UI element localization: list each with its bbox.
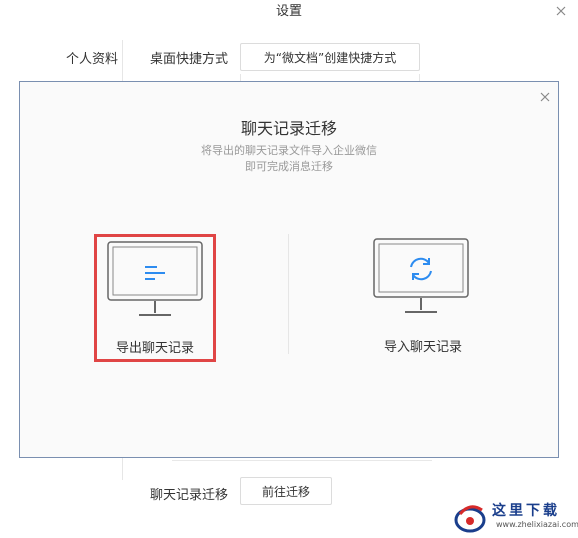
watermark-title: 这里下载 <box>492 503 560 519</box>
sidebar-item-profile[interactable]: 个人资料 <box>38 48 118 67</box>
watermark-url: www.zhelixiazai.com <box>496 520 578 529</box>
create-shortcut-button[interactable]: 为“微文档”创建快捷方式 <box>240 43 420 71</box>
dialog-title: 聊天记录迁移 <box>240 119 337 138</box>
go-migrate-button[interactable]: 前往迁移 <box>240 477 332 505</box>
settings-close-icon[interactable] <box>552 2 570 20</box>
desktop-shortcut-label: 桌面快捷方式 <box>150 52 229 67</box>
import-chat-option[interactable]: 导入聊天记录 <box>360 234 480 362</box>
watermark-logo-icon <box>452 500 488 538</box>
site-watermark: 这里下载 www.zhelixiazai.com <box>450 498 578 538</box>
dialog-description-line1: 将导出的聊天记录文件导入企业微信 <box>201 144 377 157</box>
chat-migration-dialog: 聊天记录迁移 将导出的聊天记录文件导入企业微信 即可完成消息迁移 导出聊天记录 <box>19 81 559 458</box>
dialog-close-icon[interactable] <box>536 88 554 106</box>
settings-window-title: 设置 <box>275 4 302 19</box>
export-chat-label: 导出聊天记录 <box>115 341 194 356</box>
monitor-lines-icon <box>107 241 203 329</box>
import-chat-label: 导入聊天记录 <box>383 340 462 355</box>
chat-migrate-label: 聊天记录迁移 <box>150 488 229 503</box>
section-divider <box>172 460 432 461</box>
dialog-description-line2: 即可完成消息迁移 <box>245 160 333 173</box>
monitor-sync-icon <box>373 238 469 326</box>
export-chat-option[interactable]: 导出聊天记录 <box>94 234 216 362</box>
options-divider <box>288 234 289 354</box>
